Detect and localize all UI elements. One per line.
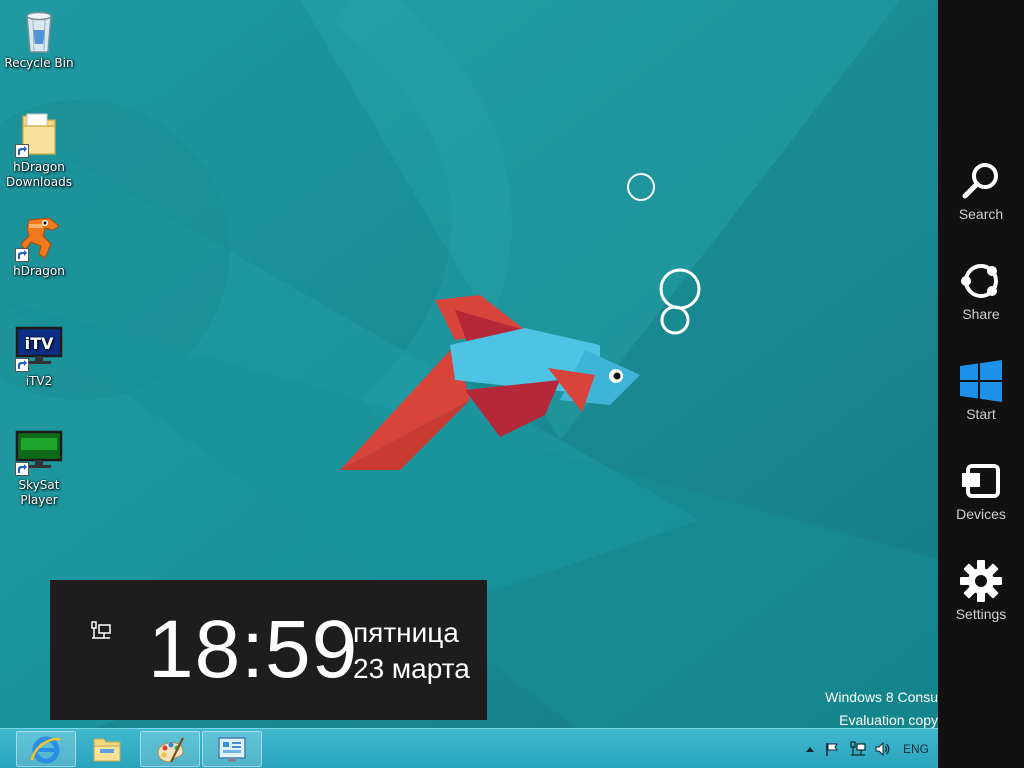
taskbar: ENG: [0, 728, 938, 768]
shortcut-arrow-icon: [15, 144, 29, 158]
speaker-icon: [875, 741, 890, 757]
taskbar-button-file-explorer[interactable]: [78, 731, 138, 767]
desktop-icon-hdragon[interactable]: hDragon: [1, 214, 77, 279]
network-icon: [91, 621, 111, 639]
charm-label: Devices: [956, 506, 1006, 522]
windows-logo-icon: [960, 360, 1002, 402]
desktop-icon-label: hDragon: [13, 264, 65, 278]
ie-icon: [30, 736, 61, 764]
shortcut-arrow-icon: [15, 462, 29, 476]
desktop-icon-label: Recycle Bin: [4, 56, 74, 70]
folder-icon: [93, 738, 121, 762]
action-center-button[interactable]: [824, 741, 840, 757]
charm-devices[interactable]: Devices: [938, 448, 1024, 534]
desktop-icon-hdragon-downloads[interactable]: hDragon Downloads: [1, 110, 77, 190]
input-language-indicator[interactable]: ENG: [903, 742, 929, 756]
watermark-line-1: Windows 8 Consu: [825, 689, 938, 705]
shortcut-arrow-icon: [15, 358, 29, 372]
taskbar-button-paint[interactable]: [140, 731, 200, 767]
taskbar-button-internet-explorer[interactable]: [16, 731, 76, 767]
desktop-icon-skysat-player[interactable]: SkySat Player: [1, 428, 77, 508]
palette-icon: [157, 737, 184, 763]
devices-icon: [962, 464, 1000, 498]
gear-icon: [960, 560, 1002, 602]
charm-label: Search: [958, 206, 1004, 222]
charms-clock-panel: 18:59 пятница 23 марта: [50, 580, 487, 720]
search-icon: [962, 163, 998, 199]
clock-day: пятница: [353, 617, 459, 648]
evaluation-watermark: Windows 8 Consu Evaluation copy: [738, 686, 938, 732]
network-tray-button[interactable]: [850, 741, 866, 757]
charm-label: Settings: [955, 606, 1007, 622]
clock-date: 23 марта: [353, 653, 470, 684]
charm-label: Start: [966, 406, 996, 422]
desktop-icon-label: SkySat Player: [18, 478, 60, 507]
desktop-icon-label: iTV2: [25, 374, 53, 388]
itv-badge-text: iTV: [25, 334, 54, 353]
control-panel-icon: [218, 737, 246, 762]
charms-bar: Search Share Start Devices Settings: [938, 0, 1024, 768]
desktop-icon-recycle-bin[interactable]: Recycle Bin: [1, 6, 77, 71]
show-hidden-icons-button[interactable]: [802, 741, 818, 757]
charm-start[interactable]: Start: [938, 348, 1024, 434]
charm-share[interactable]: Share: [938, 248, 1024, 334]
taskbar-button-control-panel[interactable]: [202, 731, 262, 767]
desktop-icon-itv2[interactable]: iTV iTV2: [1, 324, 77, 389]
charm-label: Share: [962, 306, 1000, 322]
recycle-bin-icon: [26, 11, 52, 53]
system-tray: ENG: [800, 729, 938, 768]
clock-time: 18:59: [148, 604, 359, 695]
desktop-icon-label: hDragon Downloads: [6, 160, 72, 189]
share-icon: [961, 264, 998, 298]
charm-settings[interactable]: Settings: [938, 548, 1024, 634]
shortcut-arrow-icon: [15, 248, 29, 262]
network-icon: [850, 741, 866, 756]
charm-search[interactable]: Search: [938, 148, 1024, 234]
volume-tray-button[interactable]: [874, 741, 890, 757]
flag-icon: [826, 743, 838, 756]
chevron-up-icon: [806, 747, 814, 752]
